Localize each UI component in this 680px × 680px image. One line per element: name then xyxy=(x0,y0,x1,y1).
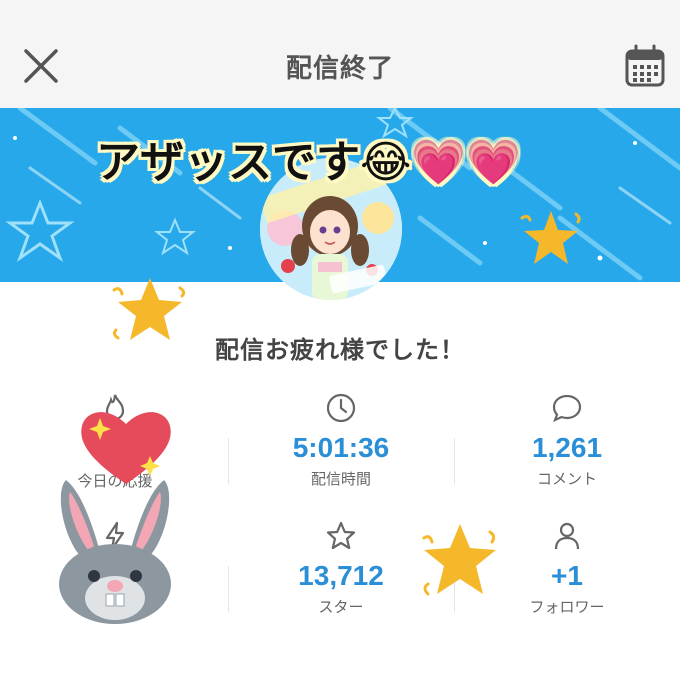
stat-value: 5:01:36 xyxy=(292,432,390,463)
rabbit-sticker xyxy=(59,480,171,624)
stat-label: コメント xyxy=(536,470,597,488)
top-bar: 配信終了 xyxy=(0,0,680,108)
star-sticker xyxy=(422,524,496,596)
banner-caption: アザッスです😂💗💗 xyxy=(96,137,521,188)
star-outline-icon xyxy=(326,521,356,550)
stat-comments: 1,261 コメント xyxy=(454,392,680,489)
stat-stream-time: 5:01:36 配信時間 xyxy=(228,392,454,489)
stat-label: 配信時間 xyxy=(310,470,371,488)
calendar-icon[interactable] xyxy=(624,44,666,88)
star-sticker xyxy=(112,278,186,340)
thanks-message: 配信お疲れ様でした！ xyxy=(215,336,465,364)
clock-icon xyxy=(326,393,356,423)
page-title: 配信終了 xyxy=(285,54,394,84)
star-sticker xyxy=(520,211,581,264)
stat-value: 1,261 xyxy=(531,432,603,463)
chat-bubble-icon xyxy=(552,394,582,423)
person-icon xyxy=(554,522,580,550)
